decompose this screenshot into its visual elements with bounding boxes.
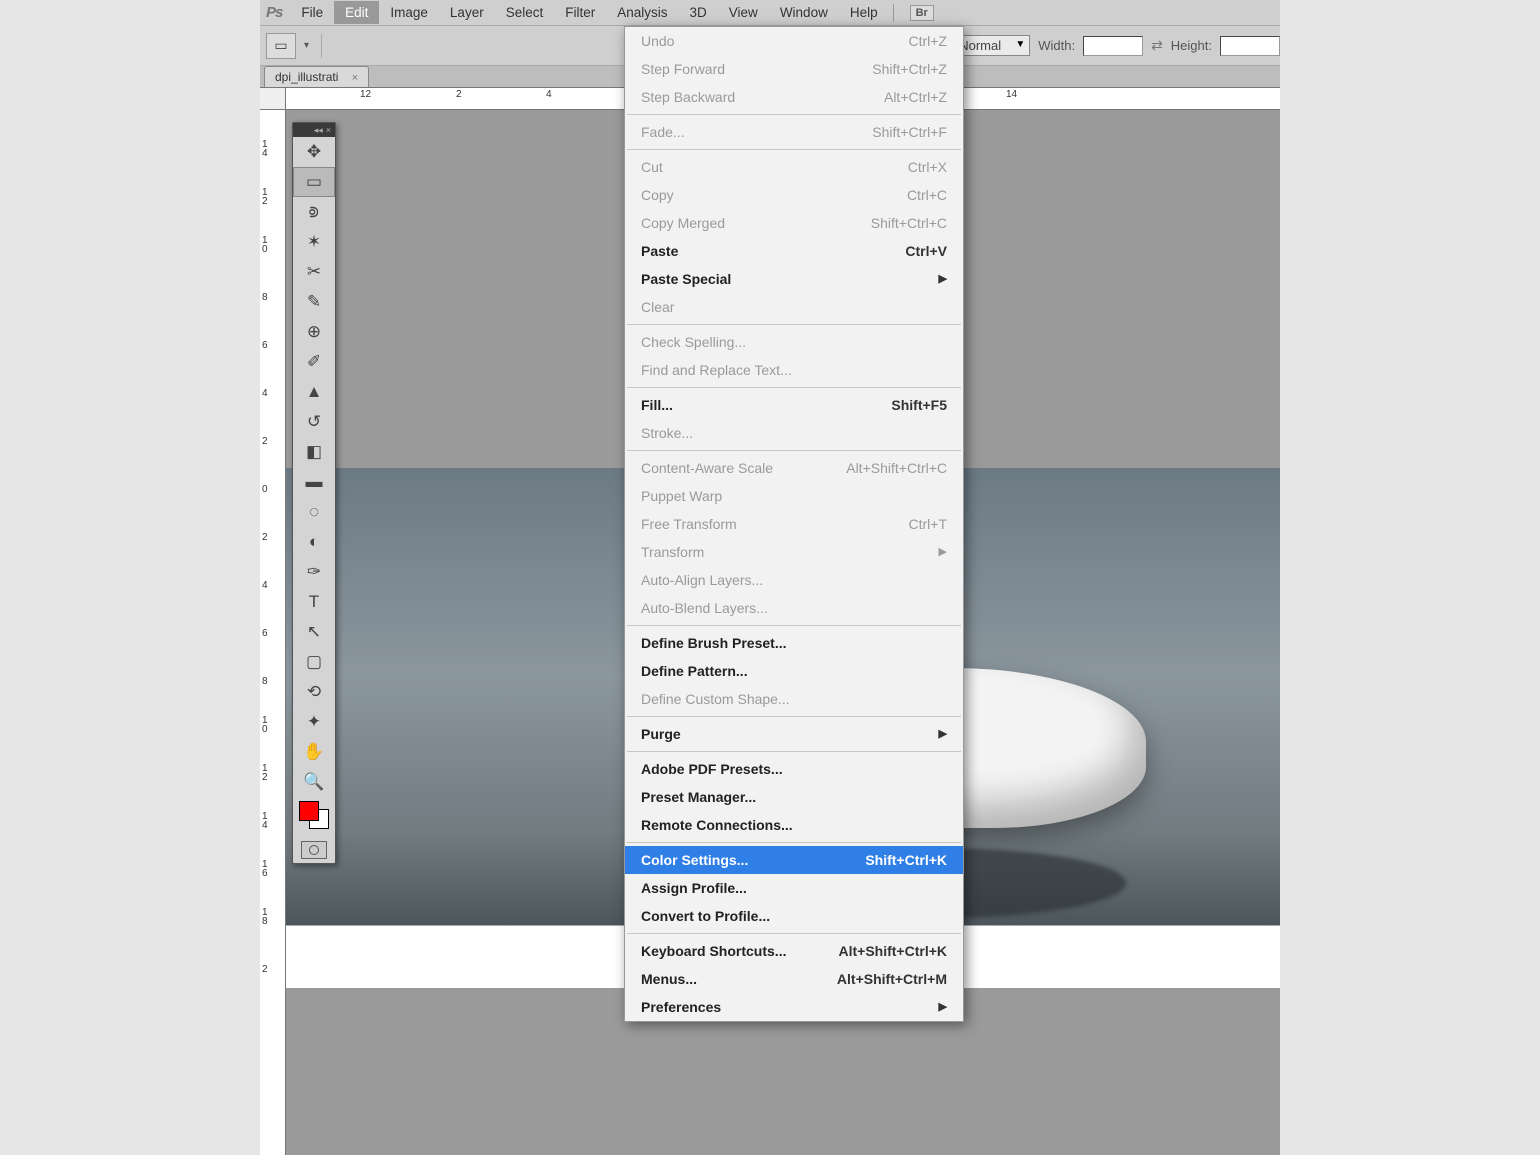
magic-wand-tool[interactable]: ✶ [293,227,335,257]
quick-mask-toggle[interactable] [301,841,327,859]
shape-tool[interactable]: ▢ [293,647,335,677]
edit-menu-item: Content-Aware ScaleAlt+Shift+Ctrl+C [625,454,963,482]
crop-tool[interactable]: ✂ [293,257,335,287]
edit-menu-item[interactable]: Paste Special▶ [625,265,963,293]
menu-view[interactable]: View [718,1,769,24]
edit-menu-item[interactable]: Adobe PDF Presets... [625,755,963,783]
tab-close-icon[interactable]: × [352,72,358,84]
edit-menu-item: Transform▶ [625,538,963,566]
brush-tool[interactable]: ✐ [293,347,335,377]
edit-menu-item: Auto-Align Layers... [625,566,963,594]
menu-divider [893,4,894,22]
menu-window[interactable]: Window [769,1,839,24]
menu-layer[interactable]: Layer [439,1,495,24]
history-brush-tool[interactable]: ↺ [293,407,335,437]
edit-menu-item: CutCtrl+X [625,153,963,181]
menu-image[interactable]: Image [379,1,439,24]
edit-menu-item: Auto-Blend Layers... [625,594,963,622]
dodge-tool[interactable]: ◐ [293,527,335,557]
pen-tool[interactable]: ✑ [293,557,335,587]
eraser-tool[interactable]: ◧ [293,437,335,467]
edit-menu-item: Step BackwardAlt+Ctrl+Z [625,83,963,111]
edit-menu-item: Free TransformCtrl+T [625,510,963,538]
marquee-dropdown-icon[interactable]: ▾ [304,40,309,51]
menu-analysis[interactable]: Analysis [606,1,678,24]
tools-panel: ◂◂ × ✥▭⟄✶✂✎⊕✐▲↺◧▬◌◐✑T↖▢⟲✦✋🔍 [292,122,336,864]
edit-menu-item: Fade...Shift+Ctrl+F [625,118,963,146]
edit-menu-item: Stroke... [625,419,963,447]
edit-menu-item: UndoCtrl+Z [625,27,963,55]
edit-menu-item[interactable]: Keyboard Shortcuts...Alt+Shift+Ctrl+K [625,937,963,965]
menu-select[interactable]: Select [495,1,555,24]
zoom-tool[interactable]: 🔍 [293,767,335,797]
edit-menu-item[interactable]: Preset Manager... [625,783,963,811]
edit-menu-item[interactable]: Purge▶ [625,720,963,748]
edit-menu-item: Clear [625,293,963,321]
bridge-button[interactable]: Br [910,5,934,21]
edit-menu-item: Check Spelling... [625,328,963,356]
document-tab[interactable]: dpi_illustrati × [264,66,369,87]
edit-menu-item: CopyCtrl+C [625,181,963,209]
3d-camera-tool[interactable]: ✦ [293,707,335,737]
move-tool[interactable]: ✥ [293,137,335,167]
width-label: Width: [1038,38,1075,53]
menu-3d[interactable]: 3D [679,1,718,24]
gradient-tool[interactable]: ▬ [293,467,335,497]
color-swatches[interactable] [293,797,335,837]
menu-help[interactable]: Help [839,1,889,24]
edit-menu-item: Copy MergedShift+Ctrl+C [625,209,963,237]
vertical-ruler: 141210 8 6 4 2 0 2 4 6 81012141618 2 [260,110,286,1155]
hand-tool[interactable]: ✋ [293,737,335,767]
menu-bar: Ps FileEditImageLayerSelectFilterAnalysi… [260,0,1280,26]
edit-menu-item: Find and Replace Text... [625,356,963,384]
eyedropper-tool[interactable]: ✎ [293,287,335,317]
menu-edit[interactable]: Edit [334,1,379,24]
edit-menu-item: Define Custom Shape... [625,685,963,713]
tab-title: dpi_illustrati [275,70,338,84]
marquee-tool[interactable]: ▭ [293,167,335,197]
panel-collapse-icon[interactable]: ◂◂ [314,125,323,136]
edit-menu-dropdown: UndoCtrl+ZStep ForwardShift+Ctrl+ZStep B… [624,26,964,1022]
tools-panel-header[interactable]: ◂◂ × [293,123,335,137]
edit-menu-item[interactable]: Color Settings...Shift+Ctrl+K [625,846,963,874]
height-label: Height: [1171,38,1212,53]
edit-menu-item[interactable]: PasteCtrl+V [625,237,963,265]
ruler-corner [260,88,286,110]
edit-menu-item: Puppet Warp [625,482,963,510]
width-input[interactable] [1083,36,1143,56]
edit-menu-item[interactable]: Remote Connections... [625,811,963,839]
app-logo-icon: Ps [266,4,282,21]
edit-menu-item: Step ForwardShift+Ctrl+Z [625,55,963,83]
type-tool[interactable]: T [293,587,335,617]
edit-menu-item[interactable]: Define Pattern... [625,657,963,685]
swap-icon[interactable]: ⇄ [1151,37,1163,54]
edit-menu-item[interactable]: Convert to Profile... [625,902,963,930]
edit-menu-item[interactable]: Assign Profile... [625,874,963,902]
stamp-tool[interactable]: ▲ [293,377,335,407]
edit-menu-item[interactable]: Menus...Alt+Shift+Ctrl+M [625,965,963,993]
3d-tool[interactable]: ⟲ [293,677,335,707]
lasso-tool[interactable]: ⟄ [293,197,335,227]
edit-menu-item[interactable]: Fill...Shift+F5 [625,391,963,419]
menu-file[interactable]: File [290,1,334,24]
marquee-preset-icon[interactable]: ▭ [266,33,296,59]
menu-filter[interactable]: Filter [554,1,606,24]
panel-close-icon[interactable]: × [326,125,331,135]
height-input[interactable] [1220,36,1280,56]
edit-menu-item[interactable]: Define Brush Preset... [625,629,963,657]
edit-menu-item[interactable]: Preferences▶ [625,993,963,1021]
blur-tool[interactable]: ◌ [293,497,335,527]
foreground-color-swatch[interactable] [299,801,319,821]
path-select-tool[interactable]: ↖ [293,617,335,647]
spot-heal-tool[interactable]: ⊕ [293,317,335,347]
